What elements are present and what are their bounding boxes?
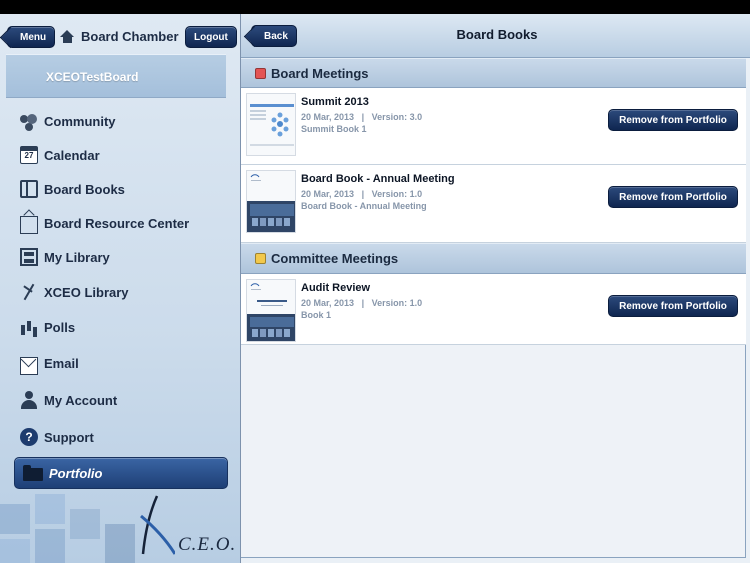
book-title: Audit Review xyxy=(301,282,371,294)
sidebar-item-label: My Library xyxy=(44,249,110,265)
book-version: Version: 3.0 xyxy=(371,112,423,122)
book-title: Board Book - Annual Meeting xyxy=(301,173,455,185)
sidebar-item-label: Polls xyxy=(44,319,76,335)
list-item[interactable]: Summit 2013 20 Mar, 2013 | Version: 3.0 … xyxy=(241,88,746,165)
book-date: 20 Mar, 2013 xyxy=(301,298,355,308)
sidebar-item-label: Support xyxy=(44,429,94,445)
sidebar-header: Menu Board Chamber Logout xyxy=(0,14,240,54)
book-version: Version: 1.0 xyxy=(371,298,423,308)
home-label: Board Chamber xyxy=(81,29,179,44)
section-title: Committee Meetings xyxy=(271,251,399,266)
sidebar-item-board-books[interactable]: Board Books xyxy=(0,172,240,206)
menu-button-label: Menu xyxy=(20,32,47,43)
sidebar-item-label: Calendar xyxy=(44,147,100,163)
book-subtitle: Summit Book 1 xyxy=(301,124,367,134)
sidebar-item-label: Portfolio xyxy=(49,465,103,481)
book-title: Summit 2013 xyxy=(301,96,369,108)
section-color-swatch xyxy=(255,67,266,79)
account-icon xyxy=(20,391,38,409)
calendar-day: 27 xyxy=(24,151,34,160)
sidebar-item-label: My Account xyxy=(44,392,118,408)
navigation-bar: Back Board Books xyxy=(241,14,750,58)
book-thumbnail xyxy=(246,93,296,156)
book-meta: 20 Mar, 2013 | Version: 1.0 xyxy=(301,298,422,308)
sidebar-item-support[interactable]: ? Support xyxy=(0,420,240,454)
meta-separator: | xyxy=(361,189,365,199)
book-meta: 20 Mar, 2013 | Version: 1.0 xyxy=(301,189,422,199)
meta-separator: | xyxy=(361,298,365,308)
email-icon xyxy=(20,357,38,375)
calendar-icon: 27 xyxy=(20,146,38,164)
sidebar-item-email[interactable]: Email xyxy=(0,346,240,380)
sidebar-item-my-account[interactable]: My Account xyxy=(0,383,240,417)
sidebar-item-polls[interactable]: Polls xyxy=(0,310,240,344)
logo-swoosh xyxy=(140,495,175,555)
folder-icon xyxy=(23,465,43,481)
home-link[interactable]: Board Chamber xyxy=(60,29,179,44)
book-version: Version: 1.0 xyxy=(371,189,423,199)
list-item[interactable]: Audit Review 20 Mar, 2013 | Version: 1.0… xyxy=(241,274,746,345)
sidebar-item-label: Board Resource Center xyxy=(44,215,190,231)
sidebar-item-my-library[interactable]: My Library xyxy=(0,240,240,274)
portfolio-list: Board Meetings Summit 2013 20 Mar, 2013 … xyxy=(241,58,746,558)
remove-from-portfolio-button[interactable]: Remove from Portfolio xyxy=(608,295,738,317)
sidebar-item-calendar[interactable]: 27 Calendar xyxy=(0,138,240,172)
sidebar-item-xceo-library[interactable]: XCEO Library xyxy=(0,275,240,309)
book-subtitle: Book 1 xyxy=(301,310,332,320)
sidebar-item-label: Board Books xyxy=(44,181,125,197)
sidebar-item-label: Community xyxy=(44,113,116,129)
section-header-committee-meetings: Committee Meetings xyxy=(241,243,746,274)
page-title: Board Books xyxy=(456,27,538,42)
meta-separator: | xyxy=(361,112,365,122)
sidebar-item-resource-center[interactable]: Board Resource Center xyxy=(0,206,240,240)
book-thumbnail xyxy=(246,170,296,233)
main-panel: Back Board Books Board Meetings Summit 2… xyxy=(240,14,750,563)
xceo-icon xyxy=(20,283,38,301)
logout-button[interactable]: Logout xyxy=(185,26,237,48)
book-date: 20 Mar, 2013 xyxy=(301,112,355,122)
sidebar-item-label: Email xyxy=(44,355,79,371)
board-name: XCEOTestBoard xyxy=(6,54,226,98)
remove-from-portfolio-button[interactable]: Remove from Portfolio xyxy=(608,109,738,131)
sidebar-item-portfolio[interactable]: Portfolio xyxy=(14,457,228,489)
book-icon xyxy=(20,180,38,198)
book-meta: 20 Mar, 2013 | Version: 3.0 xyxy=(301,112,422,122)
sidebar: Menu Board Chamber Logout XCEOTestBoard … xyxy=(0,14,240,563)
polls-icon xyxy=(20,318,38,336)
logo-text: C.E.O. xyxy=(178,534,237,555)
support-icon: ? xyxy=(20,428,38,446)
community-icon xyxy=(20,112,38,130)
xceo-logo: C.E.O. xyxy=(0,494,240,563)
list-item[interactable]: Board Book - Annual Meeting 20 Mar, 2013… xyxy=(241,165,746,243)
library-icon xyxy=(20,248,38,266)
book-subtitle: Board Book - Annual Meeting xyxy=(301,201,427,211)
status-bar xyxy=(0,0,750,14)
menu-button[interactable]: Menu xyxy=(7,26,56,48)
sidebar-item-community[interactable]: Community xyxy=(0,104,240,138)
section-color-swatch xyxy=(255,253,266,264)
book-date: 20 Mar, 2013 xyxy=(301,189,355,199)
remove-from-portfolio-button[interactable]: Remove from Portfolio xyxy=(608,186,738,208)
section-header-board-meetings: Board Meetings xyxy=(241,58,746,88)
resource-icon xyxy=(20,216,38,234)
home-icon xyxy=(60,29,75,44)
sidebar-item-label: XCEO Library xyxy=(44,284,129,300)
book-thumbnail xyxy=(246,279,296,342)
section-title: Board Meetings xyxy=(271,65,369,81)
